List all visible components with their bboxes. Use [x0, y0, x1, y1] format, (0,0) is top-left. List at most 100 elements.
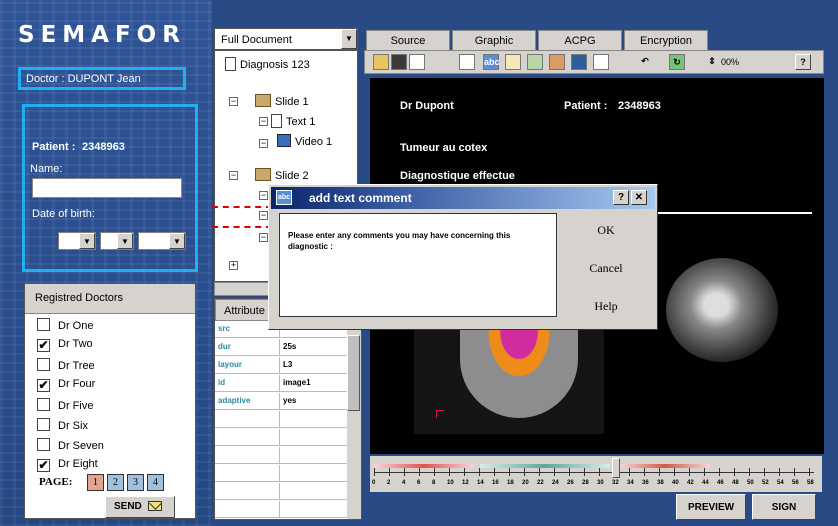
- doctor-row[interactable]: Dr Tree: [37, 358, 95, 372]
- tree-node-slide-2[interactable]: Slide 2: [255, 168, 309, 182]
- preview-icon[interactable]: [459, 54, 475, 70]
- attributes-scrollbar[interactable]: [347, 321, 361, 519]
- attribute-row[interactable]: dur 25s: [215, 339, 347, 356]
- attribute-row[interactable]: id image1: [215, 375, 347, 392]
- timeline-tick: [554, 468, 555, 476]
- expand-icon[interactable]: +: [229, 261, 238, 270]
- tree-node-slide-1[interactable]: Slide 1: [255, 94, 309, 108]
- attribute-row[interactable]: [215, 465, 347, 482]
- undo-icon[interactable]: ↶: [637, 54, 653, 70]
- timeline-tick-label: 42: [687, 480, 694, 486]
- timeline-tick-label: 24: [552, 480, 559, 486]
- attribute-row[interactable]: [215, 501, 347, 518]
- doctor-name: Dr Five: [58, 400, 94, 412]
- zoom-level[interactable]: 00%: [721, 57, 739, 67]
- page-button-2[interactable]: 2: [107, 474, 124, 491]
- new-document-icon[interactable]: [409, 54, 425, 70]
- doctor-checkbox[interactable]: ✔: [37, 339, 50, 352]
- timeline-tick-label: 20: [522, 480, 529, 486]
- tab-attribute[interactable]: Attribute: [215, 299, 271, 321]
- collapse-icon[interactable]: −: [259, 211, 268, 220]
- doctor-checkbox[interactable]: ✔: [37, 379, 50, 392]
- doctor-checkbox[interactable]: [37, 398, 50, 411]
- timeline-tick-label: 54: [777, 480, 784, 486]
- attribute-key: dur: [218, 342, 231, 351]
- tree-node-diagnosis[interactable]: Diagnosis 123: [225, 57, 310, 71]
- doctor-row[interactable]: Dr Six: [37, 418, 88, 432]
- tree-node-text-1[interactable]: Text 1: [271, 114, 315, 128]
- help-button[interactable]: ?: [795, 54, 811, 70]
- timeline-tick-label: 6: [417, 480, 421, 486]
- link-tool-icon[interactable]: [571, 54, 587, 70]
- name-input[interactable]: [32, 178, 182, 198]
- cancel-button[interactable]: Cancel: [569, 261, 643, 276]
- comment-textarea[interactable]: Please enter any comments you may have c…: [279, 213, 557, 317]
- media-tool-icon[interactable]: [549, 54, 565, 70]
- attribute-row[interactable]: [215, 411, 347, 428]
- help-button[interactable]: Help: [569, 299, 643, 314]
- timeline-tick-label: 26: [567, 480, 574, 486]
- ultrasound-image[interactable]: [666, 258, 778, 362]
- attribute-row[interactable]: adaptive yes: [215, 393, 347, 410]
- collapse-icon[interactable]: −: [229, 97, 238, 106]
- collapse-icon[interactable]: −: [259, 191, 268, 200]
- ok-button[interactable]: OK: [569, 223, 643, 238]
- doctor-checkbox[interactable]: [37, 358, 50, 371]
- timeline-tick: [779, 468, 780, 476]
- table-tool-icon[interactable]: [593, 54, 609, 70]
- zoom-arrows-icon[interactable]: ⇕: [705, 54, 719, 70]
- doctor-checkbox[interactable]: [37, 438, 50, 451]
- dob-day-select[interactable]: ▼: [58, 232, 96, 250]
- attribute-row[interactable]: [215, 483, 347, 500]
- scrollbar-thumb[interactable]: [347, 335, 360, 411]
- attribute-row[interactable]: [215, 429, 347, 446]
- doctor-checkbox[interactable]: [37, 418, 50, 431]
- doctor-checkbox[interactable]: ✔: [37, 459, 50, 472]
- doctor-name: Dr Six: [58, 420, 88, 432]
- tab-encryption[interactable]: Encryption: [624, 30, 708, 50]
- doctor-row[interactable]: Dr One: [37, 318, 93, 332]
- page-button-3[interactable]: 3: [127, 474, 144, 491]
- open-icon[interactable]: [373, 54, 389, 70]
- text-tool-icon[interactable]: [505, 54, 521, 70]
- timeline-tick-label: 38: [657, 480, 664, 486]
- doctor-row[interactable]: Dr Five: [37, 398, 93, 412]
- dialog-title-bar[interactable]: abc add text comment ? ✕: [271, 187, 655, 209]
- doctor-row[interactable]: ✔ Dr Two: [37, 338, 93, 352]
- tree-node-video-1[interactable]: Video 1: [277, 134, 332, 148]
- dob-year-select[interactable]: ▼: [138, 232, 186, 250]
- divider-line: [650, 212, 812, 214]
- dob-month-select[interactable]: ▼: [100, 232, 134, 250]
- collapse-icon[interactable]: −: [259, 117, 268, 126]
- dialog-help-button[interactable]: ?: [613, 190, 629, 205]
- attribute-row[interactable]: [215, 447, 347, 464]
- sign-button[interactable]: SIGN: [752, 494, 816, 520]
- collapse-icon[interactable]: −: [259, 139, 268, 148]
- registered-doctors-header: Registred Doctors: [25, 284, 195, 314]
- page-button-4[interactable]: 4: [147, 474, 164, 491]
- timeline-slider-thumb[interactable]: [612, 458, 620, 478]
- timeline[interactable]: 0 2 4 6 8 10 12 14 16 18 20 22 24 26 28 30 32 34 36 38 40 42 4…: [370, 456, 822, 492]
- doctor-row[interactable]: ✔ Dr Eight: [37, 458, 98, 472]
- refresh-icon[interactable]: ↻: [669, 54, 685, 70]
- collapse-icon[interactable]: −: [259, 233, 268, 242]
- attribute-row[interactable]: layour L3: [215, 357, 347, 374]
- document-view-select[interactable]: Full Document ▼: [214, 28, 358, 50]
- preview-button[interactable]: PREVIEW: [676, 494, 746, 520]
- column-separator: [279, 357, 280, 373]
- page-button-1[interactable]: 1: [87, 474, 104, 491]
- doctor-row[interactable]: Dr Seven: [37, 438, 104, 452]
- tab-acpg[interactable]: ACPG: [538, 30, 622, 50]
- send-label: SEND: [114, 501, 142, 512]
- send-button[interactable]: SEND: [105, 496, 175, 518]
- video-icon: [277, 134, 291, 147]
- dialog-close-button[interactable]: ✕: [631, 190, 647, 205]
- doctor-row[interactable]: ✔ Dr Four: [37, 378, 95, 392]
- image-tool-icon[interactable]: [527, 54, 543, 70]
- tab-graphic[interactable]: Graphic: [452, 30, 536, 50]
- save-icon[interactable]: [391, 54, 407, 70]
- tab-source[interactable]: Source: [366, 30, 450, 50]
- spell-check-icon[interactable]: abc: [483, 54, 500, 70]
- doctor-checkbox[interactable]: [37, 318, 50, 331]
- collapse-icon[interactable]: −: [229, 171, 238, 180]
